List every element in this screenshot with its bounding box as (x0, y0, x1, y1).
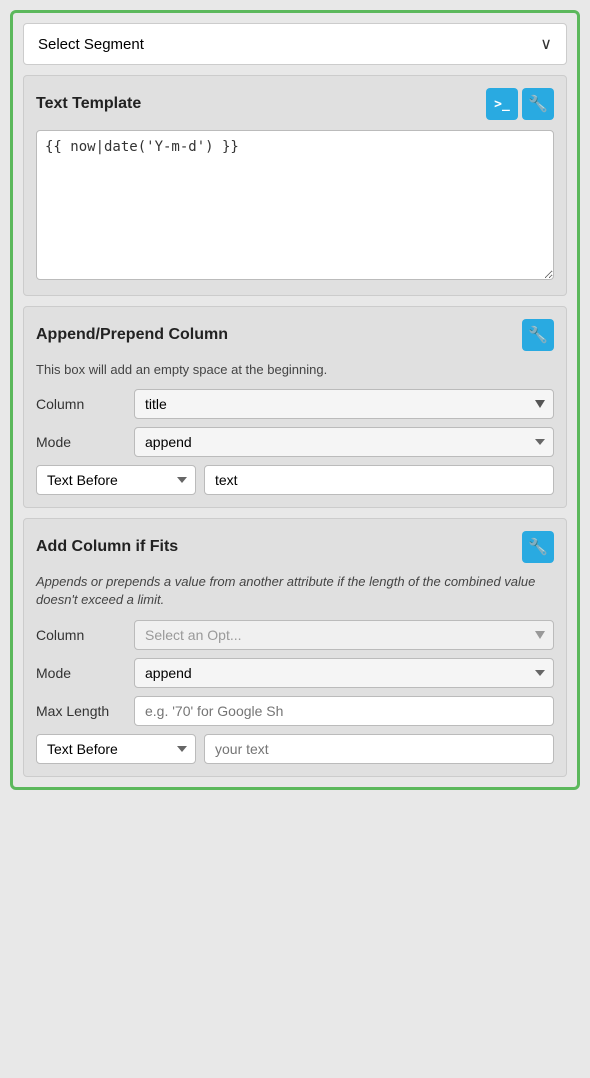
text-before-row: Text Before Text After (36, 465, 554, 495)
fits-mode-label: Mode (36, 665, 126, 681)
select-segment-dropdown[interactable]: Select Segment ∨ (23, 23, 567, 65)
fits-column-select[interactable]: Select an Opt... (134, 620, 554, 650)
text-template-title: Text Template (36, 95, 141, 113)
fits-maxlength-row: Max Length (36, 696, 554, 726)
template-textarea[interactable]: {{ now|date('Y-m-d') }} (36, 130, 554, 280)
wrench-icon: 🔧 (528, 94, 548, 114)
mode-row: Mode append prepend (36, 427, 554, 457)
add-column-fits-wrench-button[interactable]: 🔧 (522, 531, 554, 563)
chevron-down-icon: ∨ (540, 34, 552, 54)
text-template-buttons: >_ 🔧 (486, 88, 554, 120)
text-template-header: Text Template >_ 🔧 (36, 88, 554, 120)
fits-column-row: Column Select an Opt... (36, 620, 554, 650)
text-before-select[interactable]: Text Before Text After (36, 465, 196, 495)
wrench-icon-2: 🔧 (528, 325, 548, 345)
append-prepend-buttons: 🔧 (522, 319, 554, 351)
add-column-fits-description: Appends or prepends a value from another… (36, 573, 554, 609)
fits-mode-select[interactable]: append prepend (134, 658, 554, 688)
fits-mode-row: Mode append prepend (36, 658, 554, 688)
append-prepend-wrench-button[interactable]: 🔧 (522, 319, 554, 351)
fits-maxlength-input[interactable] (134, 696, 554, 726)
terminal-icon: >_ (494, 97, 510, 112)
fits-column-label: Column (36, 627, 126, 643)
mode-label: Mode (36, 434, 126, 450)
append-prepend-header: Append/Prepend Column 🔧 (36, 319, 554, 351)
add-column-fits-header: Add Column if Fits 🔧 (36, 531, 554, 563)
add-column-fits-title: Add Column if Fits (36, 538, 178, 556)
column-select[interactable]: title (134, 389, 554, 419)
add-column-fits-section: Add Column if Fits 🔧 Appends or prepends… (23, 518, 567, 776)
fits-maxlength-label: Max Length (36, 703, 126, 719)
add-column-fits-buttons: 🔧 (522, 531, 554, 563)
mode-select[interactable]: append prepend (134, 427, 554, 457)
column-row: Column title (36, 389, 554, 419)
fits-text-before-row: Text Before Text After (36, 734, 554, 764)
text-before-input[interactable] (204, 465, 554, 495)
append-prepend-title: Append/Prepend Column (36, 326, 228, 344)
append-prepend-section: Append/Prepend Column 🔧 This box will ad… (23, 306, 567, 508)
append-prepend-description: This box will add an empty space at the … (36, 361, 554, 379)
terminal-button[interactable]: >_ (486, 88, 518, 120)
wrench-icon-3: 🔧 (528, 537, 548, 557)
fits-text-before-select[interactable]: Text Before Text After (36, 734, 196, 764)
text-template-section: Text Template >_ 🔧 {{ now|date('Y-m-d') … (23, 75, 567, 296)
fits-your-text-input[interactable] (204, 734, 554, 764)
wrench-button[interactable]: 🔧 (522, 88, 554, 120)
main-wrapper: Select Segment ∨ Text Template >_ 🔧 {{ n… (10, 10, 580, 790)
column-label: Column (36, 396, 126, 412)
select-segment-label: Select Segment (38, 36, 144, 53)
